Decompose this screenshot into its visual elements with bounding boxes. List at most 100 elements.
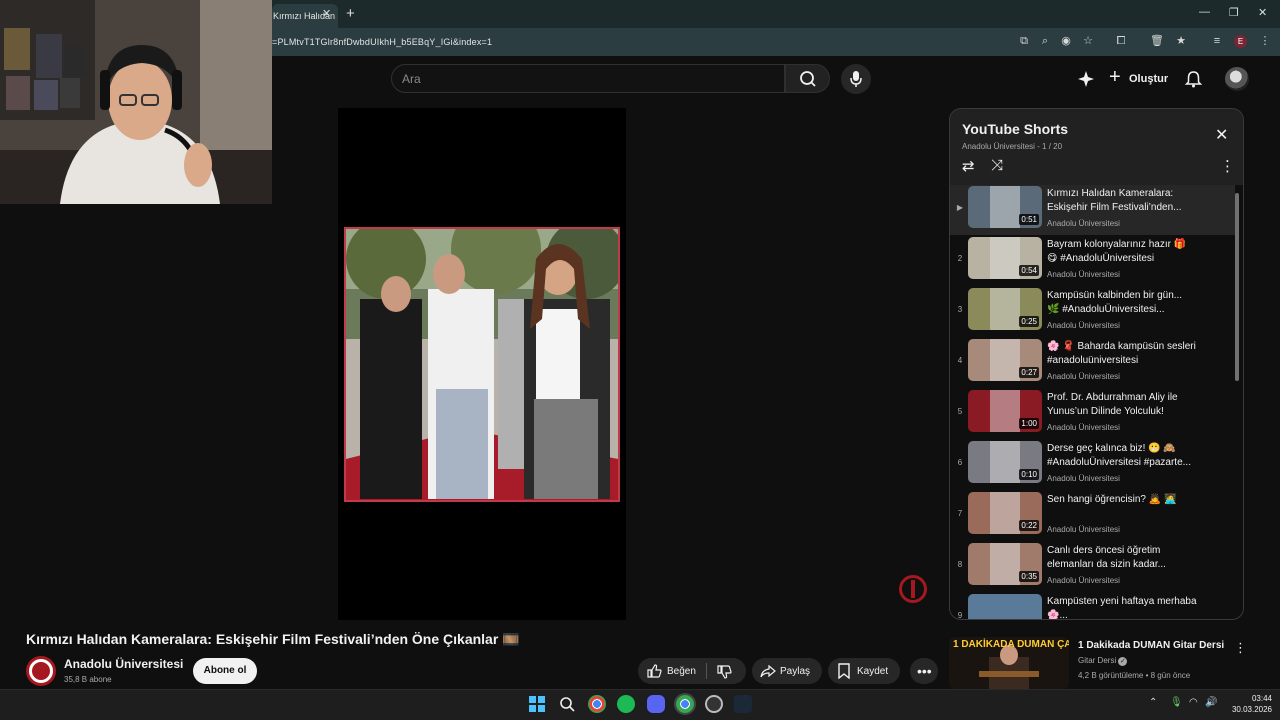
playlist-item[interactable]: 9 Kampüsten yeni haftaya merhaba 🌸... [950,593,1235,620]
item-index: 3 [957,305,963,314]
next-video-channel[interactable]: Gitar Dersi ✓ [1078,656,1128,666]
thumbnail-image [968,594,1042,619]
more-actions-button[interactable]: ••• [910,658,938,684]
shuffle-icon[interactable]: ⤨ [991,157,1003,174]
clock-date: 30.03.2026 [1231,705,1272,714]
playlist-item[interactable]: 8 0:35 Canlı ders öncesi öğretim elemanl… [950,542,1235,592]
steam-icon[interactable] [734,695,752,713]
item-channel: Anadolu Üniversitesi [1047,219,1120,228]
spotify-icon[interactable] [617,695,635,713]
volume-icon[interactable]: 🔊 [1205,697,1217,708]
notifications-bell-icon[interactable] [1185,70,1202,88]
item-duration: 0:51 [1019,214,1039,225]
shorts-playlist-panel: YouTube Shorts Anadolu Üniversitesi - 1 … [949,108,1244,620]
wifi-icon[interactable]: ◠ [1189,697,1198,708]
url-text[interactable]: =PLMtvT1TGlr8nfDwbdUIkhH_b5EBqY_IGi&inde… [272,37,492,47]
bookmark-icon [838,663,850,679]
item-title: Kampüsün kalbinden bir gün... 🌿 #Anadolu… [1047,290,1183,315]
next-video-menu-icon[interactable]: ⋮ [1234,640,1247,656]
save-label: Kaydet [857,666,889,677]
playlist-scrollbar[interactable] [1235,193,1239,381]
playlist-item[interactable]: ▶ 0:51 Kırmızı Halıdan Kameralara: Eskiş… [950,185,1235,235]
panel-title: YouTube Shorts [962,121,1069,137]
start-icon[interactable] [529,696,545,712]
verified-icon: ✓ [1118,657,1128,666]
extensions-icon[interactable]: ⧠ [1114,34,1128,48]
search-button[interactable] [785,64,830,93]
ai-sparkle-icon[interactable] [1077,70,1095,88]
eye-off-icon[interactable]: ◉ [1059,34,1073,48]
taskbar-search-icon[interactable] [559,696,575,712]
share-button[interactable]: Paylaş [752,658,822,684]
plus-icon: + [1109,66,1121,88]
channel-name[interactable]: Anadolu Üniversitesi [64,657,183,671]
tray-expand-icon[interactable]: ⌃ [1149,697,1157,708]
loop-icon[interactable]: ⇄ [962,157,975,175]
playlist-item[interactable]: 4 0:27 🌸 🧣 Baharda kampüsün sesleri #ana… [950,338,1235,388]
panel-menu-icon[interactable]: ⋮ [1220,157,1235,175]
search-icon [800,71,816,87]
more-horizontal-icon: ••• [917,663,932,679]
webcam-person-image [0,0,272,204]
channel-avatar[interactable] [26,656,56,686]
playlist-item[interactable]: 3 0:25 Kampüsün kalbinden bir gün... 🌿 #… [950,287,1235,337]
chrome-icon[interactable] [588,695,606,713]
browser-menu-icon[interactable]: ⋮ [1258,34,1272,48]
item-index: 7 [957,509,963,518]
like-dislike-group: Beğen [638,658,746,684]
dislike-icon[interactable] [716,664,732,680]
item-duration: 0:27 [1019,367,1039,378]
mic-tray-icon[interactable]: 🎙 [1170,697,1183,708]
account-avatar[interactable] [1225,67,1249,91]
item-title: Sen hangi öğrencisin? 🙇 🧑‍💻 [1047,494,1177,505]
item-channel: Anadolu Üniversitesi [1047,525,1120,534]
taskbar-clock[interactable]: 03:44 30.03.2026 [1222,693,1272,715]
panel-close-icon[interactable]: ✕ [1215,125,1228,145]
minimize-icon[interactable]: — [1199,6,1210,18]
discord-icon[interactable] [647,695,665,713]
window-close-icon[interactable]: ✕ [1258,6,1267,19]
item-duration: 0:35 [1019,571,1039,582]
like-label[interactable]: Beğen [667,666,696,677]
next-video-thumbnail[interactable]: 1 DAKİKADA DUMAN ÇAL [949,637,1069,689]
share-icon [760,664,776,678]
webcam-overlay [0,0,272,204]
chrome-profile-icon[interactable] [676,695,694,713]
subscriber-count: 35,8 B abone [64,675,112,684]
bookmark-star-icon[interactable]: ☆ [1081,34,1095,48]
zoom-icon[interactable]: ⌕ [1038,34,1052,48]
search-input[interactable] [391,64,785,93]
trash-icon[interactable]: 🗑 [1150,34,1164,48]
voice-search-button[interactable] [841,64,871,94]
item-thumbnail: 0:35 [968,543,1042,585]
extension-icon[interactable]: ★ [1174,34,1188,48]
obs-icon[interactable] [705,695,723,713]
playlist-item[interactable]: 7 0:22 Sen hangi öğrencisin? 🙇 🧑‍💻 Anado… [950,491,1235,541]
playlist-item[interactable]: 2 0:54 Bayram kolonyalarınız hazır 🎁 😋 #… [950,236,1235,286]
restore-icon[interactable]: ❐ [1229,6,1239,19]
clock-time: 03:44 [1251,694,1272,703]
new-tab-icon[interactable]: + [346,5,355,22]
subscribe-button[interactable]: Abone ol [193,658,257,684]
red-carpet-scene-image [346,229,618,500]
profile-avatar[interactable]: E [1234,35,1247,48]
create-button[interactable]: + Oluştur [1104,66,1168,92]
like-icon[interactable] [646,663,662,679]
playlist-item[interactable]: 5 1:00 Prof. Dr. Abdurrahman Aliy ile Yu… [950,389,1235,439]
item-thumbnail [968,594,1042,619]
item-channel: Anadolu Üniversitesi [1047,321,1120,330]
tab-close-icon[interactable]: ✕ [322,7,331,20]
next-channel-name: Gitar Dersi [1078,656,1117,665]
cast-icon[interactable]: ⧉ [1017,34,1031,48]
reading-list-icon[interactable]: ≡ [1210,34,1224,48]
item-title: Kampüsten yeni haftaya merhaba 🌸... [1047,596,1197,620]
item-duration: 0:10 [1019,469,1039,480]
next-video-title[interactable]: 1 Dakikada DUMAN Gitar Dersi [1078,640,1224,651]
item-channel: Anadolu Üniversitesi [1047,474,1120,483]
item-title: Derse geç kalınca biz! 😬 🙈 #AnadoluÜnive… [1047,443,1191,468]
save-button[interactable]: Kaydet [828,658,900,684]
item-thumbnail: 0:51 [968,186,1042,228]
playlist-item[interactable]: 6 0:10 Derse geç kalınca biz! 😬 🙈 #Anado… [950,440,1235,490]
item-channel: Anadolu Üniversitesi [1047,423,1120,432]
item-thumbnail: 0:10 [968,441,1042,483]
